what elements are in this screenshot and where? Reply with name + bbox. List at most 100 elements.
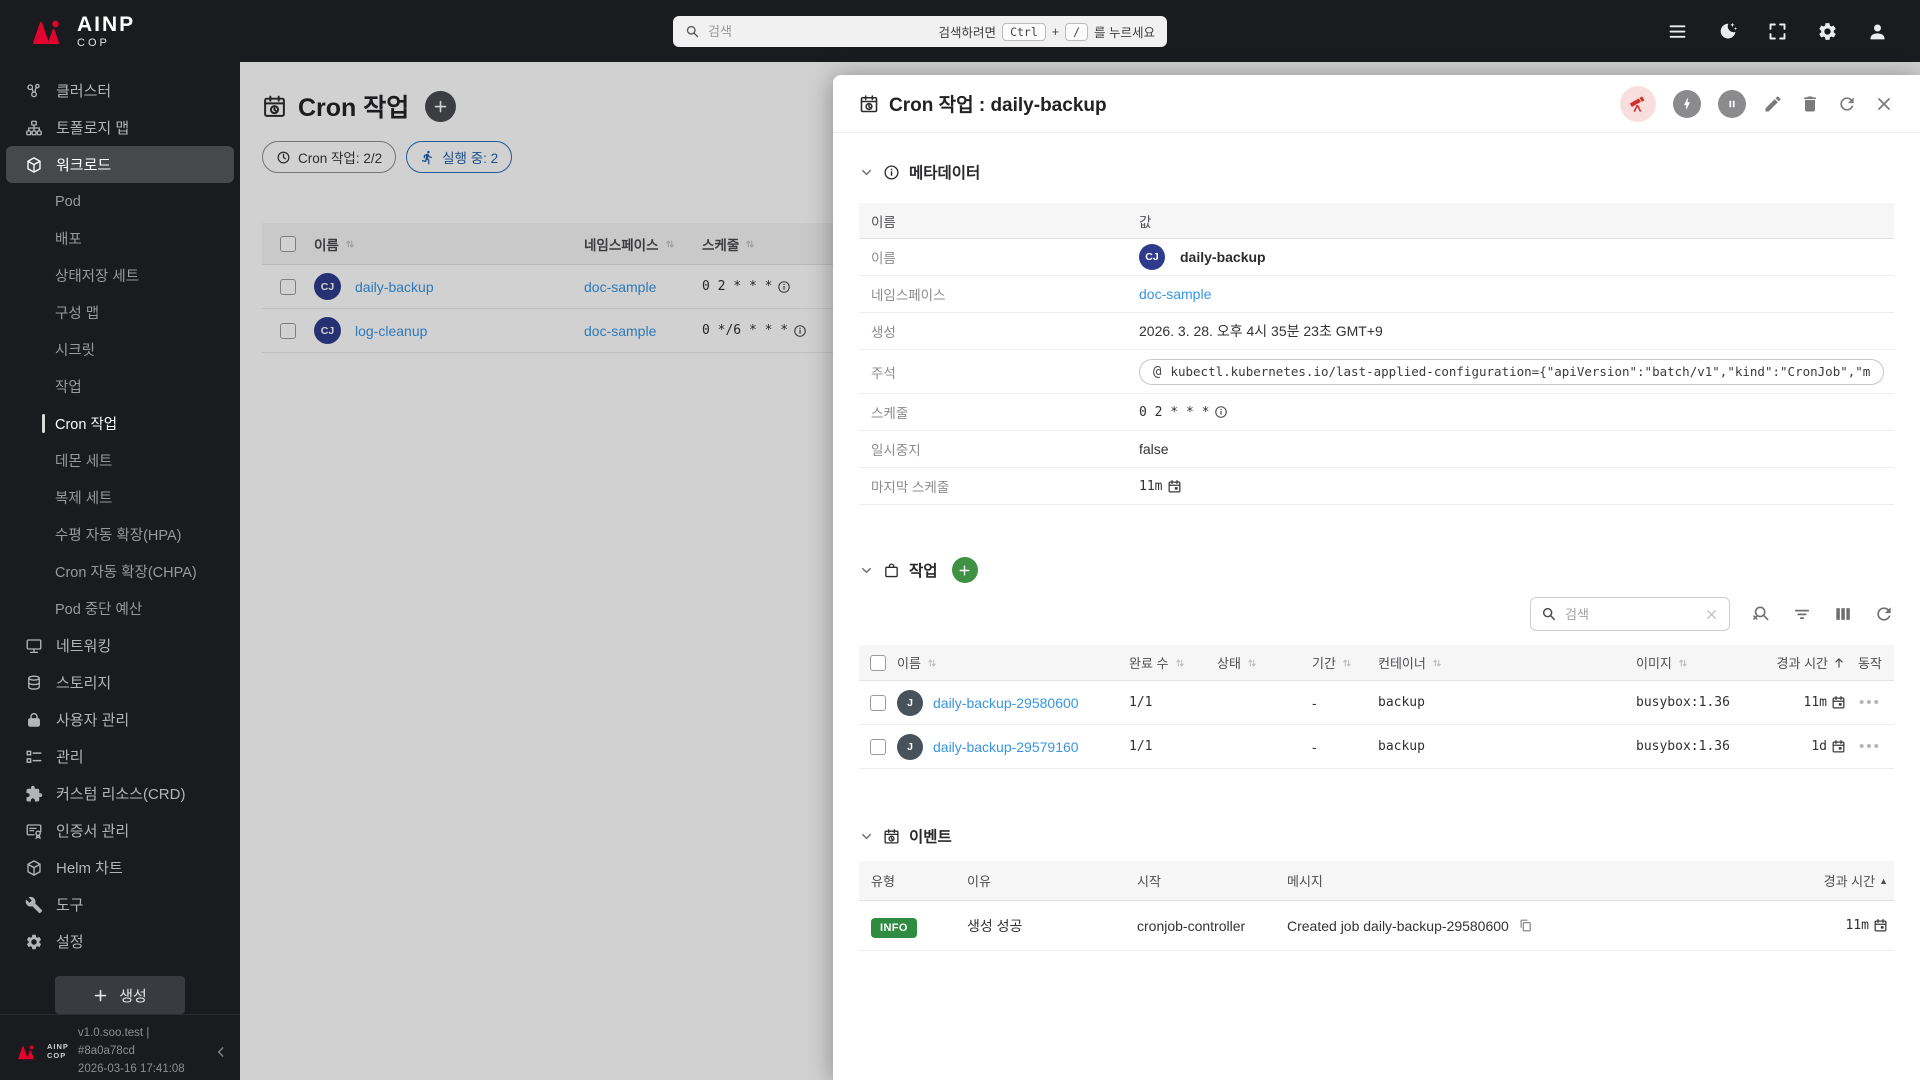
image-value: busybox:1.36	[1636, 739, 1754, 754]
sidebar-item-daemonset[interactable]: 데몬 세트	[0, 442, 240, 479]
row-actions-menu[interactable]: •••	[1859, 695, 1881, 710]
metadata-value: false	[1139, 441, 1169, 457]
create-button[interactable]: 생성	[55, 976, 185, 1014]
age-value: 11m	[1804, 695, 1827, 710]
trigger-job-button[interactable]	[1673, 90, 1701, 118]
chevron-down-icon[interactable]	[859, 165, 874, 180]
refresh-button[interactable]	[1837, 94, 1857, 114]
column-header-actions: 동작	[1846, 653, 1894, 672]
column-header-age[interactable]: 경과 시간	[1754, 653, 1846, 672]
sidebar-item-label: Cron 작업	[55, 413, 117, 434]
sidebar-item-job[interactable]: 작업	[0, 368, 240, 405]
column-header-age[interactable]: 경과 시간▲	[1784, 871, 1894, 890]
delete-button[interactable]	[1800, 94, 1820, 114]
sidebar-item-label: 배포	[55, 228, 82, 249]
cluster-icon	[25, 82, 43, 100]
search-icon	[1541, 606, 1557, 622]
filter-icon[interactable]	[1792, 604, 1812, 624]
sidebar-item-secret[interactable]: 시크릿	[0, 331, 240, 368]
global-search-input[interactable]	[708, 24, 931, 39]
sidebar-item-storage[interactable]: 스토리지	[0, 664, 240, 701]
sidebar-item-crd[interactable]: 커스텀 리소스(CRD)	[0, 775, 240, 812]
brand-logo-icon	[26, 15, 66, 47]
column-header-image[interactable]: 이미지	[1636, 653, 1754, 672]
row-checkbox[interactable]	[870, 739, 886, 755]
metadata-row-name: 이름 CJdaily-backup	[859, 239, 1894, 276]
copy-icon[interactable]	[1518, 918, 1533, 933]
chevron-down-icon[interactable]	[859, 563, 874, 578]
dark-mode-icon[interactable]	[1717, 21, 1738, 42]
jobs-search[interactable]	[1530, 597, 1730, 631]
sidebar-item-helm-charts[interactable]: Helm 차트	[0, 849, 240, 886]
top-bar: AINP COP 검색하려면 Ctrl + / 를 누르세요	[0, 0, 1920, 62]
sidebar-item-pdb[interactable]: Pod 중단 예산	[0, 590, 240, 627]
add-job-button[interactable]	[952, 557, 978, 583]
footer-brand: AINP COP	[47, 1043, 69, 1060]
edit-button[interactable]	[1763, 94, 1783, 114]
event-message: Created job daily-backup-29580600	[1287, 918, 1509, 934]
column-header-status[interactable]: 상태	[1217, 653, 1312, 672]
columns-icon[interactable]	[1833, 604, 1853, 624]
sidebar-item-chpa[interactable]: Cron 자동 확장(CHPA)	[0, 553, 240, 590]
column-header-source: 시작	[1137, 871, 1287, 890]
sidebar-item-pod[interactable]: Pod	[0, 183, 240, 220]
column-header-name[interactable]: 이름	[897, 653, 1129, 672]
namespace-link[interactable]: doc-sample	[1139, 286, 1211, 302]
suspend-button[interactable]	[1718, 90, 1746, 118]
sidebar-item-networking[interactable]: 네트워킹	[0, 627, 240, 664]
sidebar-collapse-button[interactable]	[214, 1045, 228, 1059]
events-section-header: 이벤트	[859, 825, 1894, 847]
global-search[interactable]: 검색하려면 Ctrl + / 를 누르세요	[673, 16, 1167, 47]
sidebar-item-topology-map[interactable]: 토폴로지 맵	[0, 109, 240, 146]
sidebar-item-management[interactable]: 관리	[0, 738, 240, 775]
app-root: AINP COP 검색하려면 Ctrl + / 를 누르세요 클러스터	[0, 0, 1920, 1080]
job-link[interactable]: daily-backup-29579160	[933, 739, 1079, 755]
telescope-button[interactable]	[1620, 86, 1656, 122]
drawer-body: 메타데이터 이름 값 이름 CJdaily-backup 네임스페이스 doc-…	[833, 133, 1920, 1080]
sidebar-item-tools[interactable]: 도구	[0, 886, 240, 923]
jobs-search-input[interactable]	[1565, 607, 1696, 622]
sidebar-item-settings[interactable]: 설정	[0, 923, 240, 960]
sidebar-item-cronjob[interactable]: Cron 작업	[0, 405, 240, 442]
metadata-row-annotations: 주석 @ kubectl.kubernetes.io/last-applied-…	[859, 350, 1894, 394]
select-all-checkbox[interactable]	[870, 655, 886, 671]
cube-icon	[25, 156, 43, 174]
metadata-row-last-schedule: 마지막 스케줄 11m	[859, 468, 1894, 505]
sort-icon	[1430, 656, 1444, 670]
column-header-duration[interactable]: 기간	[1312, 653, 1378, 672]
sidebar-item-hpa[interactable]: 수평 자동 확장(HPA)	[0, 516, 240, 553]
row-actions-menu[interactable]: •••	[1859, 739, 1881, 754]
footer-timestamp: 2026-03-16 17:41:08	[78, 1061, 205, 1079]
jobs-toolbar	[859, 597, 1894, 631]
fullscreen-icon[interactable]	[1767, 21, 1788, 42]
clear-filters-icon[interactable]	[1751, 604, 1771, 624]
menu-icon[interactable]	[1667, 21, 1688, 42]
brand-logo[interactable]: AINP COP	[26, 14, 135, 49]
sidebar: 클러스터 토폴로지 맵 워크로드 Pod 배포 상태저장 세트 구성 맵 시크릿…	[0, 62, 240, 1080]
sidebar-item-cluster[interactable]: 클러스터	[0, 72, 240, 109]
sidebar-item-statefulset[interactable]: 상태저장 세트	[0, 257, 240, 294]
close-drawer-button[interactable]	[1874, 94, 1894, 114]
row-checkbox[interactable]	[870, 695, 886, 711]
sidebar-item-certificates[interactable]: 인증서 관리	[0, 812, 240, 849]
refresh-icon[interactable]	[1874, 604, 1894, 624]
sidebar-item-label: Pod	[55, 194, 81, 210]
metadata-value: daily-backup	[1180, 249, 1266, 265]
job-link[interactable]: daily-backup-29580600	[933, 695, 1079, 711]
calendar-icon	[1831, 739, 1846, 754]
sidebar-item-configmap[interactable]: 구성 맵	[0, 294, 240, 331]
user-profile-icon[interactable]	[1867, 21, 1888, 42]
sidebar-item-workload[interactable]: 워크로드	[6, 146, 234, 183]
chevron-down-icon[interactable]	[859, 829, 874, 844]
calendar-icon	[1873, 918, 1888, 933]
sidebar-item-replicaset[interactable]: 복제 세트	[0, 479, 240, 516]
sidebar-item-user-management[interactable]: 사용자 관리	[0, 701, 240, 738]
column-header-completions[interactable]: 완료 수	[1129, 653, 1217, 672]
settings-icon[interactable]	[1817, 21, 1838, 42]
sidebar-item-label: 도구	[56, 894, 84, 915]
column-header-container[interactable]: 컨테이너	[1378, 653, 1636, 672]
info-icon[interactable]	[1214, 405, 1228, 419]
annotation-chip[interactable]: @ kubectl.kubernetes.io/last-applied-con…	[1139, 359, 1884, 385]
clear-search-icon[interactable]	[1704, 607, 1719, 622]
sidebar-item-deployment[interactable]: 배포	[0, 220, 240, 257]
